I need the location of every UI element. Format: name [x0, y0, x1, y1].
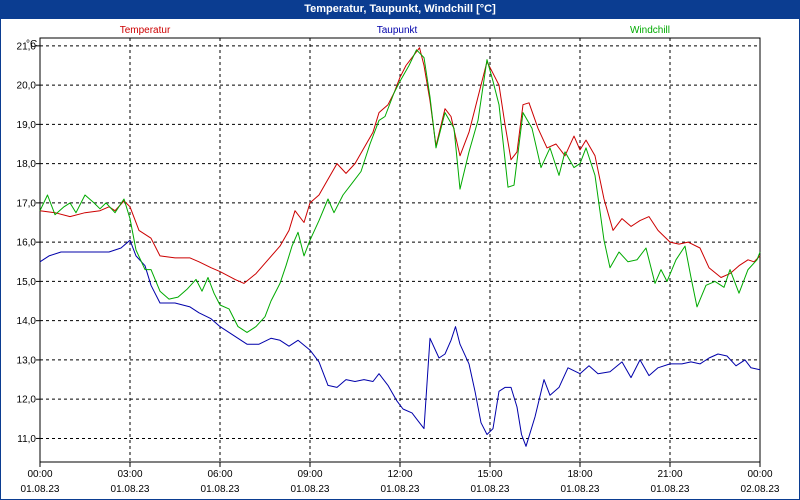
x-tick-date-label: 02.08.23	[741, 484, 780, 495]
x-tick-date-label: 01.08.23	[471, 484, 510, 495]
x-tick-time-label: 00:00	[747, 469, 772, 480]
x-tick-time-label: 03:00	[117, 469, 142, 480]
x-tick-time-label: 15:00	[477, 469, 502, 480]
x-tick-time-label: 06:00	[207, 469, 232, 480]
x-tick-time-label: 09:00	[297, 469, 322, 480]
legend-item-temperatur: Temperatur	[120, 25, 171, 36]
x-tick-date-label: 01.08.23	[381, 484, 420, 495]
y-tick-label: 17,0	[17, 198, 37, 209]
y-tick-label: 16,0	[17, 238, 37, 249]
x-tick-date-label: 01.08.23	[561, 484, 600, 495]
y-tick-label: 19,0	[17, 120, 37, 131]
legend-item-taupunkt: Taupunkt	[377, 25, 418, 36]
y-tick-label: 20,0	[17, 81, 37, 92]
y-tick-label: 14,0	[17, 316, 37, 327]
x-tick-date-label: 01.08.23	[651, 484, 690, 495]
x-tick-time-label: 00:00	[27, 469, 52, 480]
x-tick-time-label: 12:00	[387, 469, 412, 480]
y-tick-label: 18,0	[17, 159, 37, 170]
x-tick-date-label: 01.08.23	[21, 484, 60, 495]
legend-item-windchill: Windchill	[630, 25, 670, 36]
y-axis-unit-label: °C	[26, 39, 37, 50]
y-tick-label: 12,0	[17, 395, 37, 406]
x-tick-time-label: 18:00	[567, 469, 592, 480]
x-tick-time-label: 21:00	[657, 469, 682, 480]
x-tick-date-label: 01.08.23	[111, 484, 150, 495]
y-tick-label: 13,0	[17, 355, 37, 366]
y-tick-label: 11,0	[17, 434, 36, 445]
legend: Temperatur Taupunkt Windchill	[120, 25, 670, 36]
x-axis-tick-labels: 00:00 01.08.23 03:00 01.08.23 06:00 01.08.23 0…	[21, 469, 780, 495]
line-chart: 11,0 12,0 13,0 14,0 15,0 16,0 17,0 18,0 19,0 20,0…	[17, 25, 780, 495]
x-tick-date-label: 01.08.23	[201, 484, 240, 495]
y-axis-tick-labels: 11,0 12,0 13,0 14,0 15,0 16,0 17,0 18,0 19,0 20,0…	[17, 41, 37, 445]
y-tick-label: 15,0	[17, 277, 37, 288]
x-tick-date-label: 01.08.23	[291, 484, 330, 495]
